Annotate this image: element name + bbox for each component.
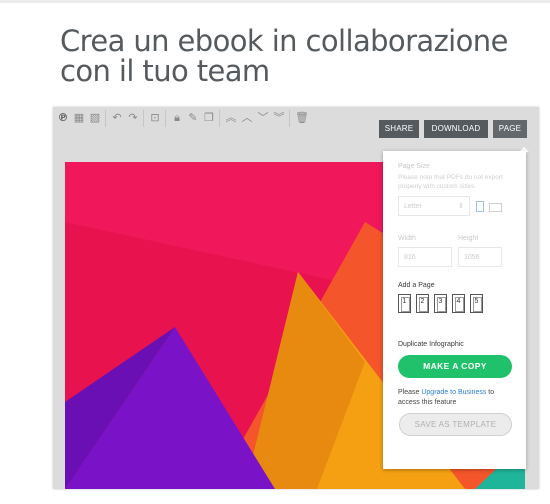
page-settings-panel: Page Size Please note that PDFs do not e… [383,151,526,469]
page-option-2[interactable]: 2 [416,294,429,313]
upgrade-note: Please Upgrade to Business to access thi… [398,388,516,408]
lock-icon[interactable]: 🔒︎ [171,112,183,124]
logo-icon[interactable]: ℗ [57,112,69,124]
page-size-select[interactable]: Letter ⇕ [398,196,470,216]
share-button[interactable]: SHARE [379,120,419,138]
toolbar-divider [143,110,144,127]
toolbar-divider [289,110,290,127]
page-button[interactable]: PAGE [493,120,527,138]
page-option-1[interactable]: 1 [398,294,411,313]
page-option-5[interactable]: 5 [470,294,483,313]
edit-icon[interactable]: ✎ [187,112,199,124]
portrait-icon[interactable] [476,201,484,212]
add-page-label: Add a Page [398,282,435,289]
landscape-icon[interactable] [489,203,502,212]
make-copy-button[interactable]: MAKE A COPY [398,355,512,378]
upgrade-link[interactable]: Upgrade to Business [421,389,486,396]
width-input[interactable]: 816 [398,247,452,267]
trash-icon[interactable]: 🗑︎ [295,112,309,124]
toolbar-divider [165,110,166,127]
undo-icon[interactable]: ↶ [111,112,123,124]
image-icon[interactable]: ▦ [73,112,85,124]
move-up-icon[interactable]: ︿ [241,112,253,124]
editor-window: ℗ ▦ ▧ ↶ ↷ ⊡ 🔒︎ ✎ ❐ ︽ ︿ ﹀ ︾ 🗑︎ SHARE DOWN… [53,107,539,489]
photo-icon[interactable]: ▧ [89,112,101,124]
height-label: Height [458,235,479,242]
move-top-icon[interactable]: ︽ [225,112,237,124]
upgrade-prefix: Please [398,389,422,396]
width-label: Width [398,235,416,242]
redo-icon[interactable]: ↷ [127,112,139,124]
move-bottom-icon[interactable]: ︾ [273,112,285,124]
page-title: Crea un ebook in collaborazione con il t… [60,24,508,88]
page-option-3[interactable]: 3 [434,294,447,313]
move-down-icon[interactable]: ﹀ [257,112,269,124]
page-option-4[interactable]: 4 [452,294,465,313]
toolbar-divider [105,110,106,127]
top-divider [0,0,550,3]
download-button[interactable]: DOWNLOAD [424,120,488,138]
copy-icon[interactable]: ❐ [203,112,215,124]
toolbar-divider [219,110,220,127]
page-size-value: Letter [404,203,422,210]
crop-icon[interactable]: ⊡ [149,112,161,124]
page-size-note: Please note that PDFs do not export prop… [398,174,503,190]
save-as-template-button[interactable]: SAVE AS TEMPLATE [399,413,512,436]
duplicate-label: Duplicate Infographic [398,341,464,348]
editor-toolbar: ℗ ▦ ▧ ↶ ↷ ⊡ 🔒︎ ✎ ❐ ︽ ︿ ﹀ ︾ 🗑︎ SHARE DOWN… [53,107,539,138]
page-size-label: Page Size [398,163,430,170]
select-arrow-icon: ⇕ [458,203,464,210]
height-input[interactable]: 1056 [458,247,502,267]
